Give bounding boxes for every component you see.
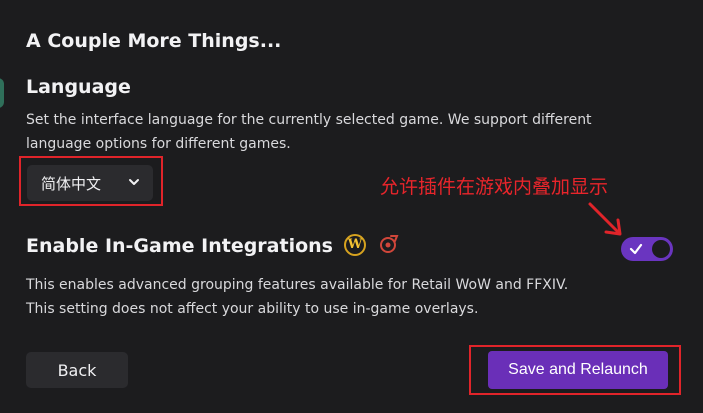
dialog-panel: A Couple More Things... Language Set the… [0,0,703,413]
language-dropdown[interactable]: 简体中文 [27,165,153,201]
annotation-text: 允许插件在游戏内叠加显示 [380,176,609,198]
save-and-relaunch-button[interactable]: Save and Relaunch [488,351,668,389]
page-title: A Couple More Things... [26,30,282,52]
check-icon [629,243,643,255]
integrations-description-line-2: This setting does not affect your abilit… [26,301,479,317]
toggle-knob [652,240,670,258]
language-description-line-2: language options for different games. [26,136,291,152]
wow-icon: W [344,234,366,256]
integrations-description-line-1: This enables advanced grouping features … [26,277,569,293]
annotation-arrow-icon [588,202,622,236]
back-button[interactable]: Back [26,352,128,388]
integrations-toggle[interactable] [621,237,673,261]
language-heading: Language [26,76,131,98]
integrations-description: This enables advanced grouping features … [26,273,626,321]
integrations-heading: Enable In-Game Integrations [26,235,333,257]
background-app-edge [0,78,4,108]
language-description: Set the interface language for the curre… [26,108,626,156]
chevron-down-icon [129,179,139,185]
language-dropdown-value: 简体中文 [41,174,102,193]
language-description-line-1: Set the interface language for the curre… [26,112,592,128]
ffxiv-icon [380,235,399,253]
